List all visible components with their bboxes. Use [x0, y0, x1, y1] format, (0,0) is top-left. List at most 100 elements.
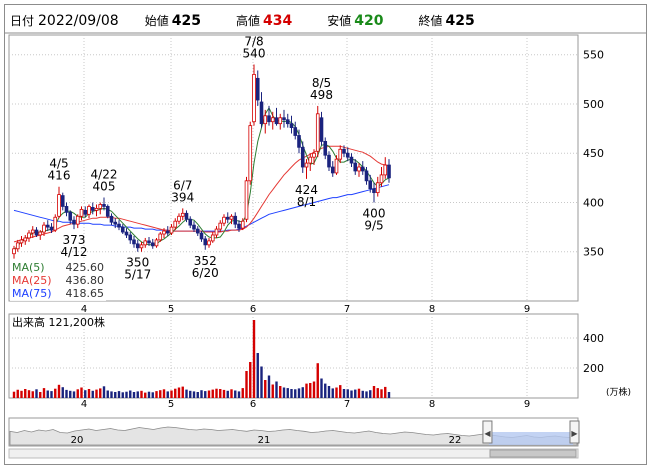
candle-body [90, 207, 95, 211]
annotation-value: 405 [93, 180, 116, 194]
candle-body [319, 117, 324, 142]
volume-bar [252, 320, 256, 398]
candle-body [64, 206, 69, 213]
candle-body [180, 212, 185, 217]
volume-bar [12, 391, 16, 398]
volume-bar [219, 389, 222, 398]
candle-body [49, 226, 54, 231]
candle-body [233, 215, 238, 225]
volume-bar [87, 389, 91, 398]
candle-body [255, 77, 260, 101]
volume-bar [121, 392, 124, 398]
price-y-tick-label: 450 [583, 147, 604, 160]
volume-x-tick-label: 5 [168, 399, 174, 410]
volume-bar [20, 390, 23, 398]
navigator-left-handle-glyph: ◀ [484, 429, 491, 438]
candle-body [68, 211, 73, 221]
price-x-tick-label: 7 [344, 304, 350, 315]
volume-bar [387, 392, 391, 398]
candle-body [383, 164, 388, 176]
volume-bar [301, 387, 304, 398]
volume-x-tick-label: 9 [524, 399, 530, 410]
candle-body [364, 170, 369, 182]
ma-legend: MA(5) 425.60 MA(25) 436.80 MA(75) 418.65 [10, 259, 106, 301]
candle-body [102, 204, 106, 207]
candle-body [158, 233, 163, 241]
candle-body [173, 220, 178, 228]
candle-body [57, 194, 61, 217]
candle-body [244, 180, 249, 220]
price-x-axis: 4 5 6 7 8 9 [81, 304, 530, 315]
candle-body [342, 148, 346, 154]
annotation-value: 498 [310, 88, 333, 102]
candle-body [105, 206, 110, 217]
volume-bar [39, 392, 42, 398]
candle-body [218, 222, 223, 230]
volume-unit-label: (万株) [606, 386, 631, 398]
legend-value: 436.80 [66, 274, 105, 287]
volume-bar [237, 391, 241, 398]
volume-bar [290, 389, 293, 398]
volume-y-tick-label: 400 [583, 332, 604, 345]
candle-body [139, 244, 144, 249]
volume-bar [57, 384, 61, 398]
volume-bar [170, 390, 173, 398]
annotation-date: 9/5 [364, 218, 383, 232]
candle-body [120, 226, 125, 233]
candle-body [210, 234, 215, 242]
candle-body [270, 117, 275, 123]
candle-body [154, 239, 159, 247]
candle-body [38, 231, 43, 236]
volume-bar [189, 390, 192, 398]
candle-body [98, 204, 103, 209]
volume-bar [24, 389, 27, 398]
navigator-right-handle-glyph: ▶ [571, 429, 578, 438]
volume-bar [35, 389, 38, 398]
volume-bar [54, 388, 57, 398]
volume-bar [335, 387, 338, 398]
volume-bar [365, 391, 368, 398]
candle-body [338, 148, 343, 160]
volume-bar [260, 366, 263, 398]
candle-body [42, 224, 46, 233]
annotation-value: 416 [48, 169, 71, 183]
volume-bar [324, 383, 327, 398]
candle-body [128, 234, 133, 241]
volume-bar [27, 390, 31, 398]
candle-body [113, 221, 118, 225]
scrollbar-thumb[interactable] [489, 449, 577, 458]
volume-bar [215, 388, 218, 398]
candle-body [375, 182, 380, 194]
candle-body [372, 188, 376, 194]
candle-body [53, 216, 58, 231]
volume-bar [279, 386, 282, 398]
candle-body [162, 230, 166, 235]
volume-bar [264, 380, 267, 398]
volume-y-tick-label: 200 [583, 362, 604, 375]
candle-body [150, 242, 155, 247]
price-y-tick-label: 400 [583, 196, 604, 209]
candle-body [357, 166, 361, 172]
volume-bar [177, 387, 181, 398]
candle-body [282, 117, 286, 121]
volume-bar [84, 390, 87, 398]
candle-body [285, 119, 290, 125]
candle-body [360, 166, 365, 172]
candle-body [387, 164, 391, 179]
navigator-selection [488, 432, 573, 445]
volume-bar [181, 386, 184, 398]
volume-x-tick-label: 4 [81, 399, 87, 410]
volume-bar [31, 391, 34, 398]
volume-bar [200, 390, 203, 398]
volume-bar [207, 390, 211, 398]
candle-body [30, 229, 35, 234]
candle-body [27, 232, 31, 239]
candle-body [124, 231, 129, 236]
candle-body [259, 101, 264, 125]
candle-body [308, 156, 313, 164]
volume-bar [117, 391, 121, 398]
candle-body [278, 117, 283, 125]
volume-bar [256, 353, 259, 398]
candle-body [297, 135, 301, 148]
annotation-date: 8/1 [297, 195, 316, 209]
